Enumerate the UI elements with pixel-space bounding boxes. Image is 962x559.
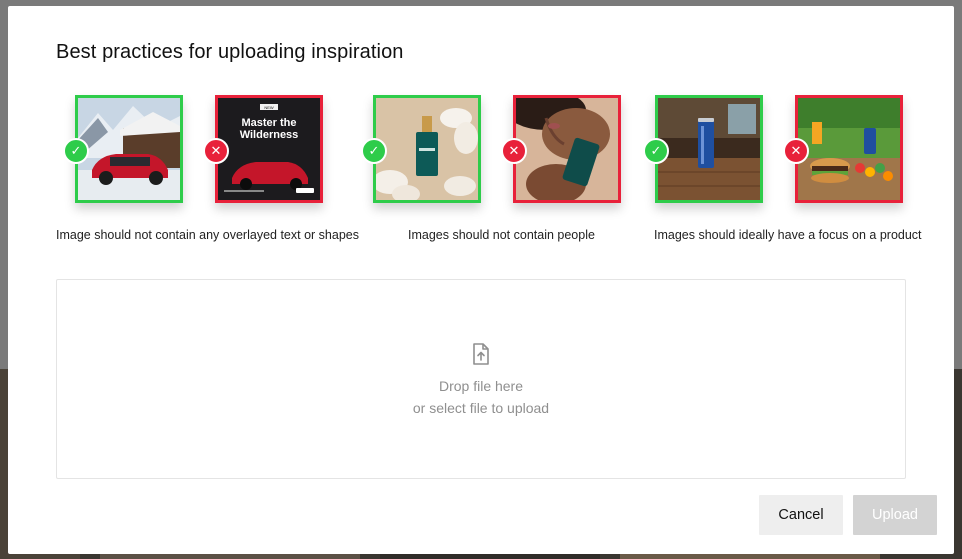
dropzone-primary-text: Drop file here xyxy=(438,378,524,394)
example-good-can-image xyxy=(655,95,763,203)
picnic-food-illustration xyxy=(798,98,900,200)
example-caption-no-text: Image should not contain any overlayed t… xyxy=(56,228,359,242)
car-ad-illustration: NEW Master the Wilderness xyxy=(218,98,320,200)
check-icon: ✓ xyxy=(361,138,387,164)
check-icon: ✓ xyxy=(63,138,89,164)
example-caption-product-focus: Images should ideally have a focus on a … xyxy=(654,228,922,242)
car-snow-illustration xyxy=(78,98,180,200)
example-good-car-image xyxy=(75,95,183,203)
upload-inspiration-modal: Best practices for uploading inspiration… xyxy=(8,6,954,554)
cross-icon: ✕ xyxy=(501,138,527,164)
example-caption-no-people: Images should not contain people xyxy=(408,228,595,242)
check-icon: ✓ xyxy=(643,138,669,164)
file-upload-icon xyxy=(473,343,489,365)
example-bad-food-image xyxy=(795,95,903,203)
cross-icon: ✕ xyxy=(783,138,809,164)
file-dropzone[interactable]: Drop file here or select file to upload xyxy=(56,279,906,479)
ad-heading-line1: Master the xyxy=(241,117,296,129)
example-bad-car-ad-image: NEW Master the Wilderness xyxy=(215,95,323,203)
modal-title: Best practices for uploading inspiration xyxy=(56,41,404,63)
ad-tag-text: NEW xyxy=(264,105,274,110)
cross-icon: ✕ xyxy=(203,138,229,164)
woman-bottle-illustration xyxy=(516,98,618,200)
dropzone-secondary-text[interactable]: or select file to upload xyxy=(57,400,905,416)
bottle-flowers-illustration xyxy=(376,98,478,200)
can-table-illustration xyxy=(658,98,760,200)
ad-heading-line2: Wilderness xyxy=(240,129,299,141)
cancel-button[interactable]: Cancel xyxy=(759,495,843,535)
example-good-bottle-image xyxy=(373,95,481,203)
example-bad-person-image xyxy=(513,95,621,203)
upload-button[interactable]: Upload xyxy=(853,495,937,535)
